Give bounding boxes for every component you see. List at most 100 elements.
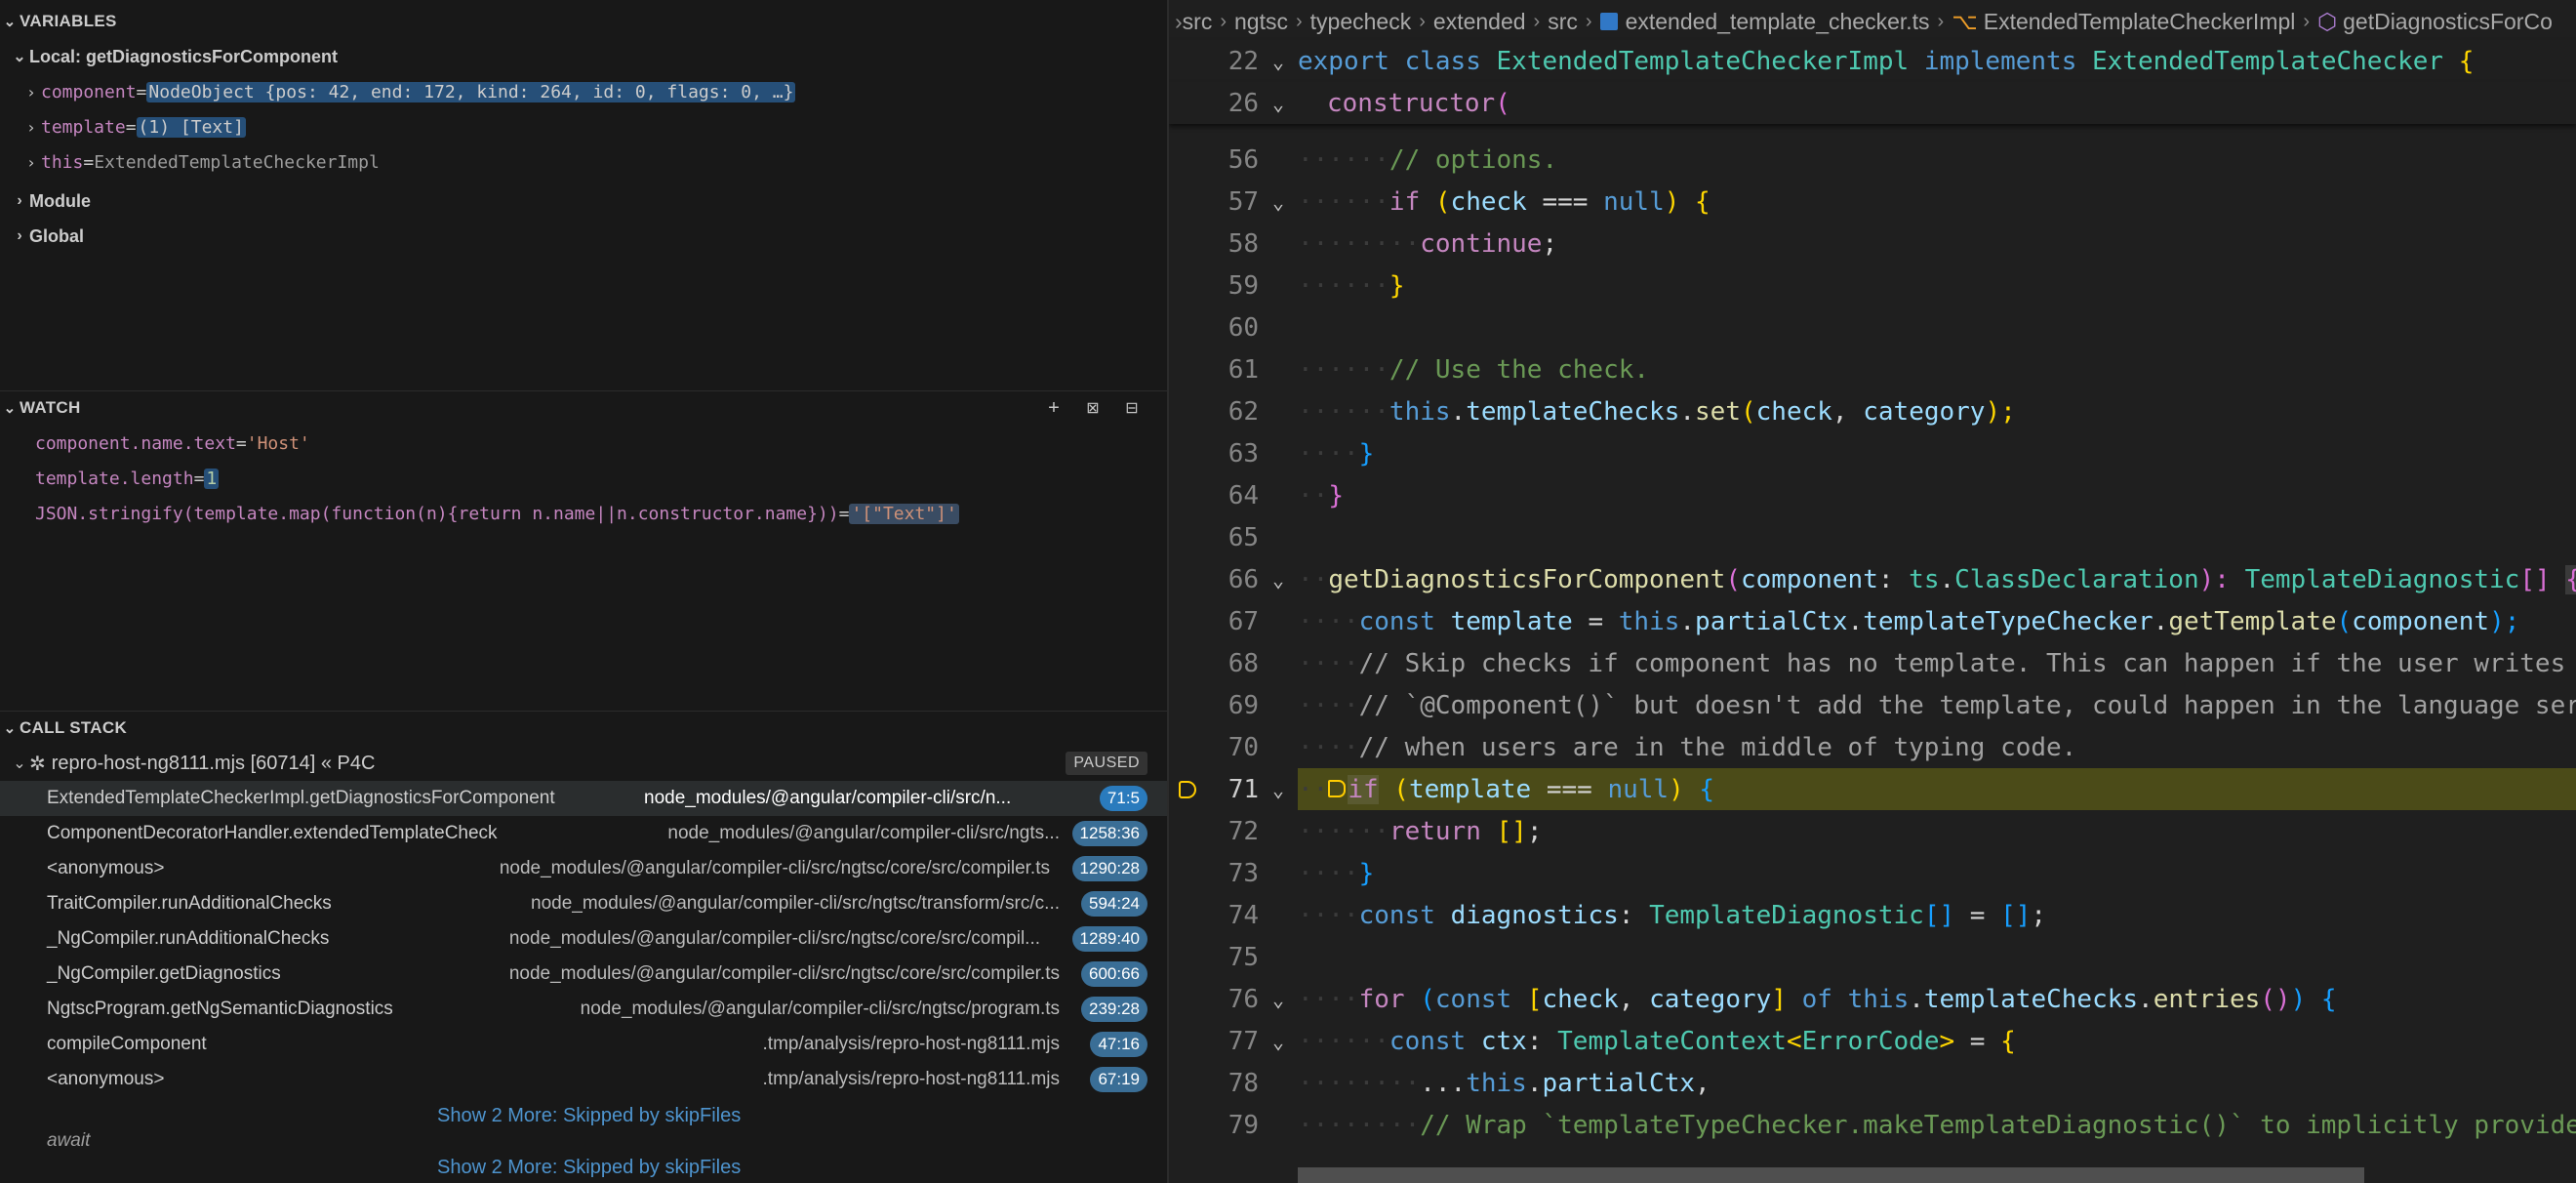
code-line[interactable]: 68 ····// Skip checks if component has n… <box>1169 642 2576 684</box>
code-line[interactable]: 65 <box>1169 516 2576 558</box>
line-number: 65 <box>1228 522 1259 552</box>
code-text: ······if (check === null) { <box>1298 186 1711 217</box>
code-line[interactable]: 59 ······} <box>1169 265 2576 306</box>
stack-frame[interactable]: <anonymous> .tmp/analysis/repro-host-ng8… <box>0 1062 1167 1097</box>
code-line[interactable]: 61 ······// Use the check. <box>1169 348 2576 390</box>
code-line[interactable]: 66 ⌄ ··getDiagnosticsForComponent(compon… <box>1169 558 2576 600</box>
fold-icon[interactable]: ⌄ <box>1272 568 1284 592</box>
frame-path: node_modules/@angular/compiler-cli/src/n… <box>531 893 1060 914</box>
variable-value: NodeObject {pos: 42, end: 172, kind: 264… <box>146 81 796 102</box>
breadcrumb-item[interactable]: src <box>1183 9 1213 35</box>
code-line[interactable]: 76 ⌄ ····for (const [check, category] of… <box>1169 978 2576 1020</box>
code-line[interactable]: 77 ⌄ ······const ctx: TemplateContext<Er… <box>1169 1020 2576 1062</box>
line-number: 71 <box>1228 774 1259 804</box>
fold-icon[interactable]: ⌄ <box>1272 778 1284 801</box>
code-line[interactable]: 78 ········...this.partialCtx, <box>1169 1062 2576 1104</box>
horizontal-scrollbar[interactable] <box>1298 1167 2364 1183</box>
frame-path: node_modules/@angular/compiler-cli/src/n… <box>508 963 1060 984</box>
scope-global[interactable]: › Global <box>10 219 84 254</box>
code-line[interactable]: 72 ······return []; <box>1169 810 2576 852</box>
breadcrumb-item[interactable]: extended_template_checker.ts <box>1626 9 1930 35</box>
code-text: export class ExtendedTemplateCheckerImpl… <box>1298 46 2475 76</box>
stack-frame[interactable]: ComponentDecoratorHandler.extendedTempla… <box>0 816 1167 851</box>
scope-local[interactable]: ⌄ Local: getDiagnosticsForComponent <box>10 39 338 74</box>
code-line[interactable]: 63 ····} <box>1169 432 2576 474</box>
watch-item[interactable]: component.name.text = 'Host' <box>35 426 310 461</box>
line-number: 72 <box>1228 816 1259 846</box>
fold-icon[interactable]: ⌄ <box>1272 1030 1284 1053</box>
breadcrumb-item[interactable]: extended <box>1433 9 1526 35</box>
code-line[interactable]: 79 ········// Wrap `templateTypeChecker.… <box>1169 1104 2576 1146</box>
code-line[interactable]: 73 ····} <box>1169 852 2576 894</box>
code-text: ····// when users are in the middle of t… <box>1298 732 2077 762</box>
code-line[interactable]: 22 ⌄ export class ExtendedTemplateChecke… <box>1169 40 2576 82</box>
line-number: 68 <box>1228 648 1259 678</box>
breadcrumb-item[interactable]: typecheck <box>1310 9 1412 35</box>
variable-row-template[interactable]: › template = (1) [Text] <box>21 109 246 144</box>
code-line[interactable]: 75 <box>1169 936 2576 978</box>
scope-module[interactable]: › Module <box>10 184 91 219</box>
variable-value: ExtendedTemplateCheckerImpl <box>94 151 380 173</box>
code-text: ······// Use the check. <box>1298 354 1650 385</box>
breadcrumb-item[interactable]: ngtsc <box>1234 9 1288 35</box>
stack-frame[interactable]: TraitCompiler.runAdditionalChecks node_m… <box>0 886 1167 921</box>
add-expression-icon[interactable]: + <box>1040 394 1067 422</box>
breadcrumb-item[interactable]: src <box>1548 9 1578 35</box>
watch-item[interactable]: template.length = 1 <box>35 461 220 496</box>
stack-frame[interactable]: _NgCompiler.getDiagnostics node_modules/… <box>0 957 1167 992</box>
fold-icon[interactable]: ⌄ <box>1272 988 1284 1011</box>
code-line[interactable]: 70 ····// when users are in the middle o… <box>1169 726 2576 768</box>
frame-function: _NgCompiler.getDiagnostics <box>47 963 281 984</box>
stack-frame[interactable]: <anonymous> node_modules/@angular/compil… <box>0 851 1167 886</box>
frame-function: ComponentDecoratorHandler.extendedTempla… <box>47 823 498 843</box>
variable-row-this[interactable]: › this = ExtendedTemplateCheckerImpl <box>21 144 380 180</box>
stack-frame[interactable]: compileComponent .tmp/analysis/repro-hos… <box>0 1027 1167 1062</box>
code-line[interactable]: 62 ······this.templateChecks.set(check, … <box>1169 390 2576 432</box>
code-line[interactable]: 26 ⌄ constructor( <box>1169 82 2576 124</box>
chevron-right-icon: › <box>26 117 36 137</box>
code-text: ······const ctx: TemplateContext<ErrorCo… <box>1298 1026 2016 1056</box>
bug-icon: ✲ <box>29 753 46 775</box>
chevron-right-icon: › <box>1937 10 1945 32</box>
show-more-link[interactable]: Show 2 More: Skipped by skipFiles <box>437 1105 741 1127</box>
code-line[interactable]: 58 ········continue; <box>1169 223 2576 265</box>
line-number: 22 <box>1228 46 1259 76</box>
watch-item[interactable]: JSON.stringify(template.map(function(n){… <box>35 496 959 531</box>
code-text: ······// options. <box>1298 144 1558 175</box>
chevron-down-icon: ⌄ <box>3 720 17 737</box>
show-more-link[interactable]: Show 2 More: Skipped by skipFiles <box>437 1157 741 1179</box>
stack-frame[interactable]: _NgCompiler.runAdditionalChecks node_mod… <box>0 921 1167 957</box>
stack-frame[interactable]: ExtendedTemplateCheckerImpl.getDiagnosti… <box>0 781 1167 816</box>
frame-function: ExtendedTemplateCheckerImpl.getDiagnosti… <box>47 788 555 808</box>
line-number: 63 <box>1228 438 1259 469</box>
remove-all-icon[interactable]: ⊠ <box>1079 394 1107 422</box>
code-text: constructor( <box>1327 88 1510 118</box>
code-line[interactable]: 56 ······// options. <box>1169 139 2576 181</box>
watch-eq: = <box>193 468 205 489</box>
fold-icon[interactable]: ⌄ <box>1272 190 1284 214</box>
breadcrumb-item[interactable]: getDiagnosticsForCo <box>2343 9 2553 35</box>
code-line[interactable]: 57 ⌄ ······if (check === null) { <box>1169 181 2576 223</box>
breadcrumb-item[interactable]: ExtendedTemplateCheckerImpl <box>1984 9 2296 35</box>
watch-header[interactable]: ⌄ WATCH <box>0 390 1167 426</box>
debug-session[interactable]: ⌄ ✲ repro-host-ng8111.mjs [60714] « P4C … <box>10 746 1167 781</box>
stack-frame[interactable]: NgtscProgram.getNgSemanticDiagnostics no… <box>0 992 1167 1027</box>
line-number: 58 <box>1228 228 1259 259</box>
code-editor[interactable]: › src › ngtsc › typecheck › extended › src › … <box>1169 0 2576 1183</box>
callstack-header[interactable]: ⌄ CALL STACK <box>0 711 1167 746</box>
code-line[interactable]: 60 <box>1169 306 2576 348</box>
fold-icon[interactable]: ⌄ <box>1272 92 1284 115</box>
fold-icon[interactable]: ⌄ <box>1272 50 1284 73</box>
chevron-down-icon: ⌄ <box>13 49 26 65</box>
code-line[interactable]: 74 ····const diagnostics: TemplateDiagno… <box>1169 894 2576 936</box>
variable-row-component[interactable]: › component = NodeObject {pos: 42, end: … <box>21 74 796 109</box>
code-line[interactable]: 67 ····const template = this.partialCtx.… <box>1169 600 2576 642</box>
collapse-all-icon[interactable]: ⊟ <box>1118 394 1146 422</box>
code-line-current[interactable]: 71 ⌄ ·· if (template === null) { <box>1169 768 2576 810</box>
code-line[interactable]: 64 ··} <box>1169 474 2576 516</box>
watch-value: 1 <box>204 468 220 489</box>
code-line[interactable]: 69 ····// `@Component()` but doesn't add… <box>1169 684 2576 726</box>
variables-header[interactable]: ⌄ VARIABLES <box>0 4 1167 39</box>
frame-location: 47:16 <box>1090 1032 1147 1057</box>
line-number: 78 <box>1228 1068 1259 1098</box>
